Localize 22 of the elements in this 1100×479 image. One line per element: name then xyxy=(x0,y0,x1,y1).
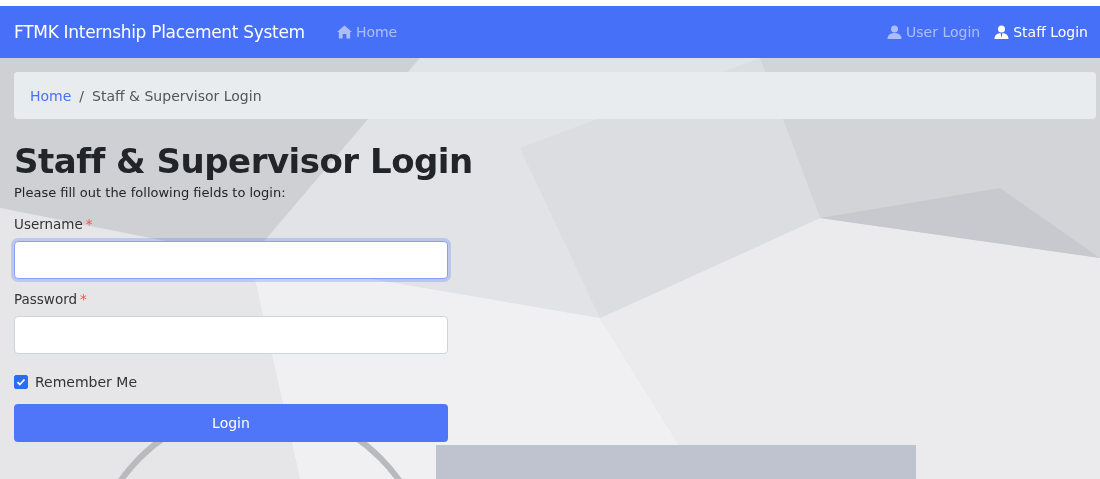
input-field[interactable] xyxy=(14,241,448,279)
field-label: Password xyxy=(14,291,78,307)
intro-text: Please fill out the following fields to login: xyxy=(14,185,287,200)
nav-link[interactable]: Staff Login xyxy=(994,24,1088,40)
required-mark: * xyxy=(80,291,87,307)
field-label: Username xyxy=(14,216,83,232)
user-tie-icon xyxy=(994,25,1010,39)
checkbox-label: Remember Me xyxy=(35,374,137,390)
input-field[interactable] xyxy=(14,316,448,354)
check-icon xyxy=(15,376,27,388)
home-icon xyxy=(336,25,352,39)
nav-link[interactable]: User Login xyxy=(887,24,981,40)
required-mark: * xyxy=(85,216,93,232)
breadcrumb-link[interactable]: Home xyxy=(30,87,72,104)
breadcrumb-current: Staff & Supervisor Login xyxy=(92,87,262,104)
brand-title[interactable]: FTMK Internship Placement System xyxy=(14,22,305,42)
login-button[interactable]: Login xyxy=(14,404,448,442)
page-heading: Staff & Supervisor Login xyxy=(14,141,474,181)
checkbox[interactable] xyxy=(14,375,28,389)
breadcrumb-separator: / xyxy=(79,87,85,104)
nav-link[interactable]: Home xyxy=(336,24,398,40)
user-icon xyxy=(887,25,903,39)
